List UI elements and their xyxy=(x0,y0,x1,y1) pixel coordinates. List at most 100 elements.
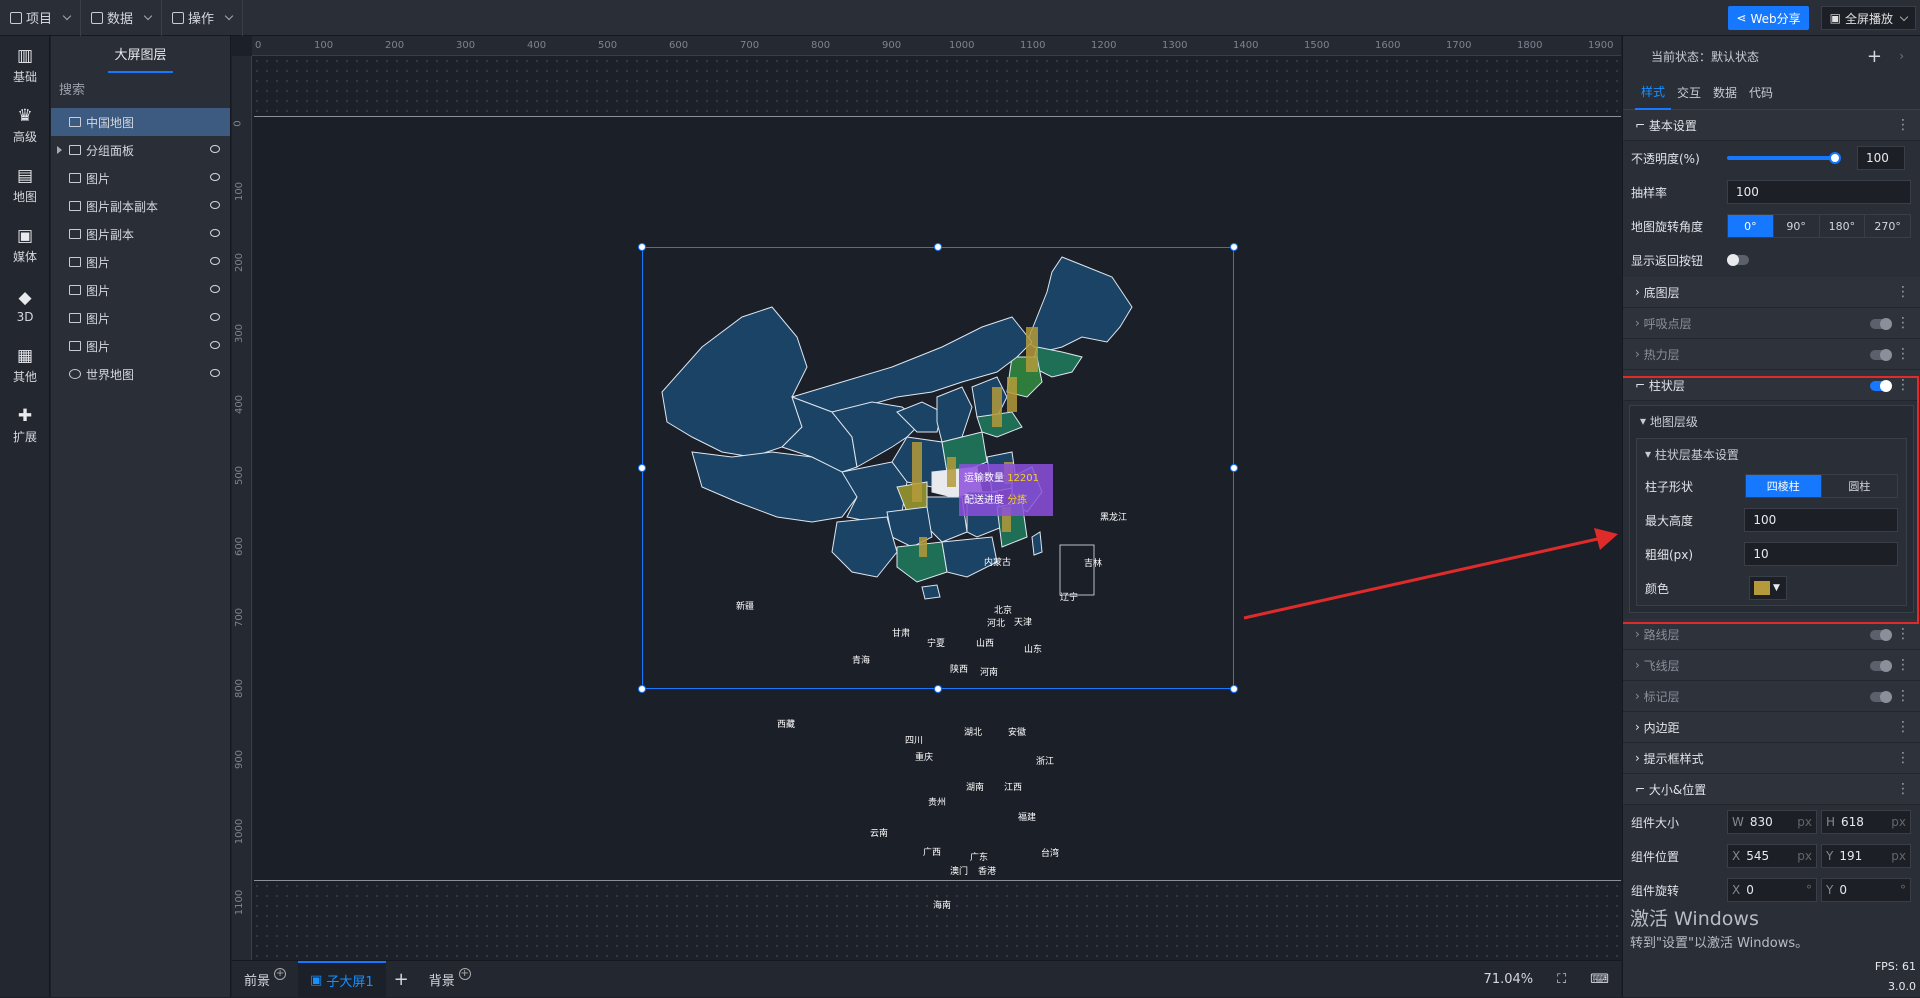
resize-handle[interactable] xyxy=(934,685,942,693)
eye-icon[interactable] xyxy=(210,285,220,293)
menu-project[interactable]: 项目 xyxy=(0,0,82,36)
section-tooltip-style[interactable]: › 提示框样式 ⋮ xyxy=(1623,743,1920,774)
slider-thumb[interactable] xyxy=(1829,152,1841,164)
section-heat-layer[interactable]: › 热力层 ⋮ xyxy=(1623,339,1920,370)
kebab-icon[interactable]: ⋮ xyxy=(1896,626,1910,642)
resize-handle[interactable] xyxy=(638,243,646,251)
tab-code[interactable]: 代码 xyxy=(1743,76,1779,109)
resize-handle[interactable] xyxy=(638,464,646,472)
kebab-icon[interactable]: ⋮ xyxy=(1896,315,1910,331)
section-mark-layer[interactable]: › 标记层 ⋮ xyxy=(1623,681,1920,712)
tab-foreground[interactable]: 前景 + xyxy=(232,961,298,998)
section-breath-layer[interactable]: › 呼吸点层 ⋮ xyxy=(1623,308,1920,339)
web-share-button[interactable]: ⋖ Web分享 xyxy=(1728,6,1809,30)
fullscreen-play-button[interactable]: ▣ 全屏播放 xyxy=(1820,6,1916,30)
tab-style[interactable]: 样式 xyxy=(1635,75,1672,110)
back-button-toggle[interactable] xyxy=(1727,254,1749,266)
section-padding[interactable]: › 内边距 ⋮ xyxy=(1623,712,1920,743)
menu-data[interactable]: 数据 xyxy=(81,0,163,36)
width-input[interactable]: W 830 px xyxy=(1727,810,1817,834)
plus-circle-icon[interactable]: + xyxy=(274,968,287,980)
expand-arrow-icon[interactable] xyxy=(57,146,62,154)
layer-toggle[interactable] xyxy=(1870,660,1892,672)
eye-icon[interactable] xyxy=(210,313,220,321)
rail-basic[interactable]: ▥ 基础 xyxy=(0,36,50,96)
rail-advanced[interactable]: ♛ 高级 xyxy=(0,96,50,156)
layer-item[interactable]: 中国地图 xyxy=(51,108,230,136)
rail-extension[interactable]: ✚ 扩展 xyxy=(0,396,50,456)
globe-icon xyxy=(69,369,81,379)
tab-interaction[interactable]: 交互 xyxy=(1671,76,1707,109)
map-icon: ▤ xyxy=(16,166,34,186)
layer-item[interactable]: 分组面板 xyxy=(51,136,230,164)
eye-icon[interactable] xyxy=(210,145,220,153)
layer-item[interactable]: 图片副本 xyxy=(51,220,230,248)
eye-icon[interactable] xyxy=(210,369,220,377)
rotation-180[interactable]: 180° xyxy=(1820,215,1866,237)
eye-icon[interactable] xyxy=(210,201,220,209)
layer-item[interactable]: 图片 xyxy=(51,304,230,332)
menu-operation[interactable]: 操作 xyxy=(162,0,244,36)
height-input[interactable]: H 618 px xyxy=(1821,810,1911,834)
layer-item[interactable]: 图片 xyxy=(51,332,230,360)
opacity-input[interactable]: 100 xyxy=(1857,146,1905,170)
layer-toggle[interactable] xyxy=(1870,629,1892,641)
province-label: 贵州 xyxy=(928,798,947,808)
resize-handle[interactable] xyxy=(934,243,942,251)
kebab-icon[interactable]: ⋮ xyxy=(1896,346,1910,362)
rotate-x-input[interactable]: X 0 ° xyxy=(1727,878,1817,902)
keyboard-icon[interactable]: ⌨ xyxy=(1578,961,1621,998)
layer-item[interactable]: 图片 xyxy=(51,164,230,192)
zoom-level[interactable]: 71.04% xyxy=(1472,961,1546,998)
kebab-icon[interactable]: ⋮ xyxy=(1896,284,1910,300)
resize-handle[interactable] xyxy=(1230,243,1238,251)
chevron-right-icon[interactable]: › xyxy=(1899,49,1904,63)
add-screen-button[interactable]: + xyxy=(386,961,417,998)
tab-background[interactable]: 背景 + xyxy=(417,961,483,998)
layer-toggle[interactable] xyxy=(1870,318,1892,330)
rotate-y-input[interactable]: Y 0 ° xyxy=(1821,878,1911,902)
layer-item[interactable]: 图片 xyxy=(51,276,230,304)
kebab-icon[interactable]: ⋮ xyxy=(1896,719,1910,735)
tab-subscreen[interactable]: ▣ 子大屏1 xyxy=(298,960,386,998)
layer-toggle[interactable] xyxy=(1870,349,1892,361)
section-size-position[interactable]: ⌐ 大小&位置 ⋮ xyxy=(1623,774,1920,805)
y-input[interactable]: Y 191 px xyxy=(1821,844,1911,868)
eye-icon[interactable] xyxy=(210,229,220,237)
resize-handle[interactable] xyxy=(638,685,646,693)
section-fly-layer[interactable]: › 飞线层 ⋮ xyxy=(1623,650,1920,681)
kebab-icon[interactable]: ⋮ xyxy=(1896,781,1910,797)
rail-map[interactable]: ▤ 地图 xyxy=(0,156,50,216)
x-input[interactable]: X 545 px xyxy=(1727,844,1817,868)
plus-circle-icon[interactable]: + xyxy=(458,968,471,980)
kebab-icon[interactable]: ⋮ xyxy=(1896,117,1910,133)
rotation-0[interactable]: 0° xyxy=(1728,215,1774,237)
add-state-icon[interactable]: + xyxy=(1867,46,1882,67)
sampling-input[interactable]: 100 xyxy=(1727,180,1911,204)
layer-item[interactable]: 世界地图 xyxy=(51,360,230,388)
editor-canvas[interactable]: 0 100 200 300 400 500 600 700 800 900 10… xyxy=(232,36,1621,960)
layer-toggle[interactable] xyxy=(1870,691,1892,703)
rotation-270[interactable]: 270° xyxy=(1865,215,1910,237)
resize-handle[interactable] xyxy=(1230,685,1238,693)
eye-icon[interactable] xyxy=(210,341,220,349)
eye-icon[interactable] xyxy=(210,173,220,181)
kebab-icon[interactable]: ⋮ xyxy=(1896,657,1910,673)
rotation-90[interactable]: 90° xyxy=(1774,215,1820,237)
rail-3d[interactable]: ◆ 3D xyxy=(0,276,50,336)
section-base-layer[interactable]: › 底图层 ⋮ xyxy=(1623,277,1920,308)
tab-data[interactable]: 数据 xyxy=(1707,76,1743,109)
rail-media[interactable]: ▣ 媒体 xyxy=(0,216,50,276)
layer-search-input[interactable] xyxy=(51,76,230,104)
fit-screen-icon[interactable]: ⛶ xyxy=(1545,961,1578,998)
kebab-icon[interactable]: ⋮ xyxy=(1896,750,1910,766)
kebab-icon[interactable]: ⋮ xyxy=(1896,688,1910,704)
opacity-slider[interactable] xyxy=(1727,152,1841,164)
eye-icon[interactable] xyxy=(210,257,220,265)
selection-box[interactable] xyxy=(638,243,1238,693)
section-basic[interactable]: ⌐ 基本设置 ⋮ xyxy=(1623,110,1920,141)
layer-item[interactable]: 图片 xyxy=(51,248,230,276)
resize-handle[interactable] xyxy=(1230,464,1238,472)
layer-item[interactable]: 图片副本副本 xyxy=(51,192,230,220)
rail-other[interactable]: ▦ 其他 xyxy=(0,336,50,396)
